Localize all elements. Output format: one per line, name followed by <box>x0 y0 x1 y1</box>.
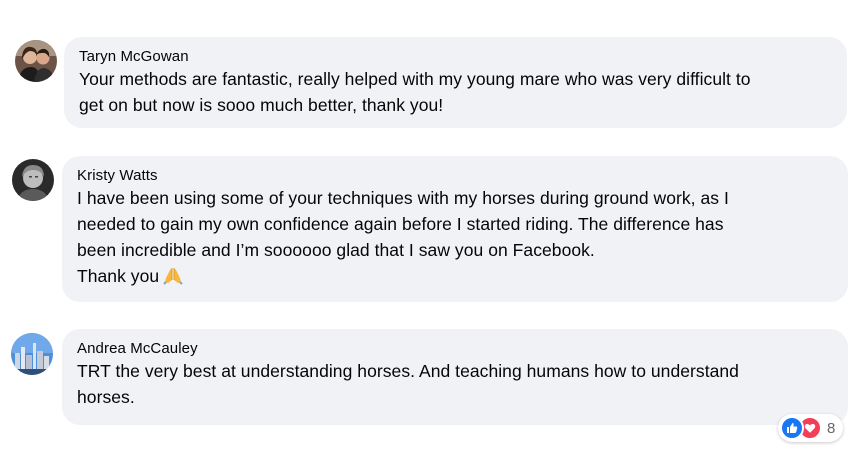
avatar-bw-portrait-icon <box>12 159 54 201</box>
comment-text: I have been using some of your technique… <box>77 185 834 292</box>
avatar-city-photo-icon <box>11 333 53 375</box>
comment-text: TRT the very best at understanding horse… <box>77 361 739 407</box>
avatar-couple-photo-icon <box>15 40 57 82</box>
comment-text: Your methods are fantastic, really helpe… <box>79 69 751 115</box>
comment-author[interactable]: Andrea McCauley <box>77 339 834 358</box>
reactions-summary[interactable]: 8 <box>778 414 844 442</box>
like-icon <box>780 416 804 440</box>
reaction-count: 8 <box>827 419 836 437</box>
avatar[interactable] <box>15 40 57 82</box>
comment-author[interactable]: Taryn McGowan <box>79 47 833 66</box>
avatar[interactable] <box>12 159 54 201</box>
comment-author[interactable]: Kristy Watts <box>77 166 834 185</box>
folded-hands-emoji-icon <box>163 265 183 292</box>
comment-bubble: Taryn McGowan Your methods are fantastic… <box>64 37 847 128</box>
comment-bubble: Kristy Watts I have been using some of y… <box>62 156 848 302</box>
comment-bubble: Andrea McCauley TRT the very best at und… <box>62 329 848 425</box>
avatar[interactable] <box>11 333 53 375</box>
